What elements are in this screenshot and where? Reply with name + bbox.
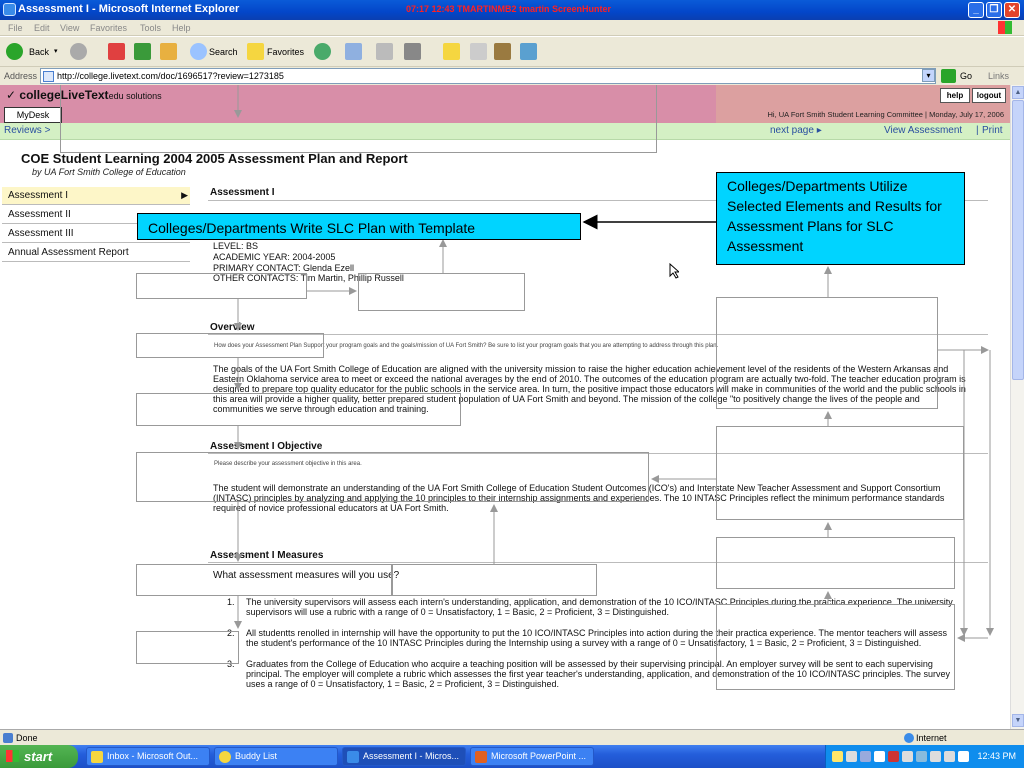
scroll-thumb[interactable] bbox=[1012, 100, 1024, 380]
taskbar: start Inbox - Microsoft Out... Buddy Lis… bbox=[0, 745, 1024, 768]
system-tray: 12:43 PM bbox=[825, 745, 1024, 768]
scroll-up-icon[interactable]: ▲ bbox=[1012, 86, 1024, 99]
overlay-connectors bbox=[234, 85, 994, 642]
tray-icon[interactable] bbox=[902, 751, 913, 762]
tray-hand-icon[interactable] bbox=[832, 751, 843, 762]
callout-left: Colleges/Departments Write SLC Plan with… bbox=[137, 213, 581, 240]
task-powerpoint[interactable]: Microsoft PowerPoint ... bbox=[470, 747, 594, 766]
buddy-list-icon bbox=[219, 751, 231, 763]
status-bar: Done Internet bbox=[0, 729, 1024, 745]
vertical-scrollbar[interactable]: ▲ ▼ bbox=[1010, 85, 1024, 729]
task-buddy-list[interactable]: Buddy List bbox=[214, 747, 338, 766]
ie-task-icon bbox=[347, 751, 359, 763]
tray-icon[interactable] bbox=[930, 751, 941, 762]
tray-icon[interactable] bbox=[874, 751, 885, 762]
task-assessment-ie[interactable]: Assessment I - Micros... bbox=[342, 747, 466, 766]
scroll-down-icon[interactable]: ▼ bbox=[1012, 714, 1024, 727]
tray-icon[interactable] bbox=[944, 751, 955, 762]
tray-icon[interactable] bbox=[888, 751, 899, 762]
taskbar-clock: 12:43 PM bbox=[977, 751, 1016, 761]
outlook-icon bbox=[91, 751, 103, 763]
powerpoint-icon bbox=[475, 751, 487, 763]
internet-zone-icon bbox=[904, 733, 914, 743]
mouse-cursor-icon bbox=[669, 263, 679, 279]
status-text: Done bbox=[16, 733, 38, 743]
tray-icon[interactable] bbox=[846, 751, 857, 762]
status-page-icon bbox=[3, 733, 13, 743]
task-outlook[interactable]: Inbox - Microsoft Out... bbox=[86, 747, 210, 766]
windows-flag-icon bbox=[6, 750, 19, 762]
wireless-icon[interactable] bbox=[958, 751, 969, 762]
tray-icon[interactable] bbox=[860, 751, 871, 762]
callout-right: Colleges/Departments Utilize Selected El… bbox=[716, 172, 965, 265]
zone-text: Internet bbox=[916, 733, 947, 743]
start-button[interactable]: start bbox=[0, 745, 78, 768]
tray-icon[interactable] bbox=[916, 751, 927, 762]
